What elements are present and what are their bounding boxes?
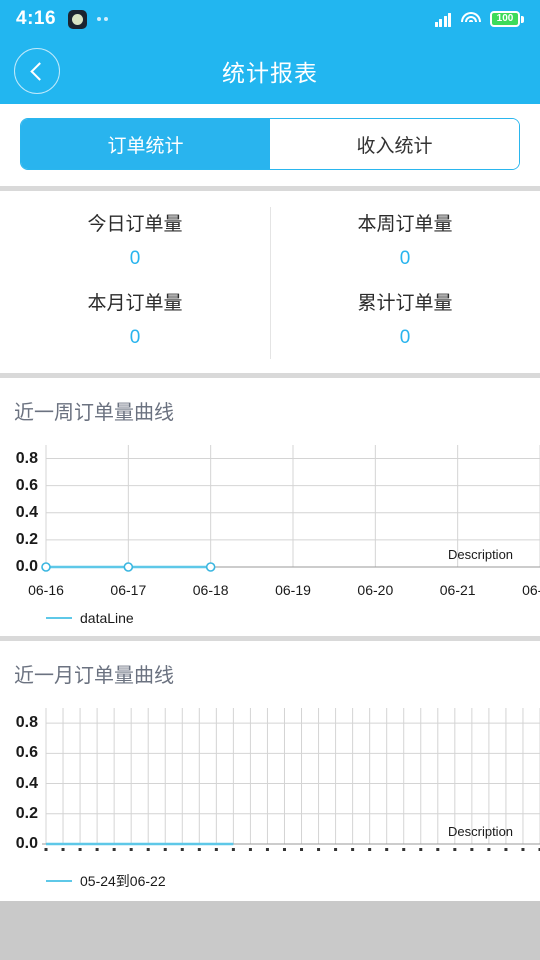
battery-level: 100 bbox=[496, 13, 514, 24]
tab-order-stats[interactable]: 订单统计 bbox=[21, 119, 270, 169]
x-tick-mark bbox=[61, 848, 65, 851]
data-point-marker[interactable] bbox=[123, 562, 134, 572]
legend-label-range: 05-24到06-22 bbox=[80, 873, 166, 889]
x-axis-labels: 06-16 06-17 06-18 06-19 06-20 06-21 06-22 bbox=[0, 582, 540, 602]
y-tick-label: 0.8 bbox=[15, 449, 38, 467]
x-tick-mark bbox=[436, 848, 440, 851]
y-tick-label: 0.8 bbox=[15, 714, 38, 732]
x-tick-mark bbox=[282, 848, 286, 851]
phone-screen: 4:16 100 统计报表 订单统计 收入统计 今日订单量 0 本月订单量 0 … bbox=[0, 0, 540, 960]
y-axis-labels: 0.0 0.2 0.4 0.6 0.8 bbox=[0, 698, 42, 858]
x-tick-mark bbox=[351, 848, 355, 851]
x-tick-mark bbox=[453, 848, 457, 851]
x-tick-mark bbox=[180, 848, 184, 851]
tab-income-stats[interactable]: 收入统计 bbox=[270, 119, 519, 169]
x-tick-mark bbox=[300, 848, 304, 851]
x-tick-mark bbox=[146, 848, 150, 851]
x-tick-mark bbox=[197, 848, 201, 851]
more-dots-icon bbox=[97, 17, 109, 21]
y-axis-labels: 0.0 0.2 0.4 0.6 0.8 bbox=[0, 435, 42, 577]
stat-label-today: 今日订单量 bbox=[87, 214, 183, 235]
x-tick-mark bbox=[265, 848, 269, 851]
x-tick-mark bbox=[44, 848, 48, 851]
y-tick-label: 0.4 bbox=[15, 503, 38, 521]
stat-label-month: 本月订单量 bbox=[87, 293, 183, 314]
back-chevron-icon bbox=[29, 61, 49, 81]
y-tick-label: 0.6 bbox=[15, 476, 38, 494]
y-tick-label: 0.2 bbox=[15, 804, 38, 822]
chart-week[interactable]: 0.0 0.2 0.4 0.6 0.8 Description 06-16 06-17 06-… bbox=[0, 435, 540, 602]
x-tick-label: 06-17 bbox=[110, 582, 147, 598]
x-tick-mark bbox=[504, 848, 508, 851]
data-point-marker[interactable] bbox=[205, 562, 216, 572]
stats-column-right: 本周订单量 0 累计订单量 0 bbox=[270, 205, 540, 357]
chart-legend-week: dataLine bbox=[0, 602, 540, 628]
x-tick-mark bbox=[521, 848, 525, 851]
tab-bar-container: 订单统计 收入统计 bbox=[0, 104, 540, 186]
x-tick-mark bbox=[334, 848, 338, 851]
chart-title-week: 近一周订单量曲线 bbox=[14, 402, 174, 424]
stats-grid: 今日订单量 0 本月订单量 0 本周订单量 0 累计订单量 0 bbox=[0, 191, 540, 373]
x-tick-mark bbox=[231, 848, 235, 851]
legend-label-dataline: dataLine bbox=[80, 610, 134, 626]
x-tick-mark bbox=[248, 848, 252, 851]
x-tick-mark bbox=[487, 848, 491, 851]
app-icon bbox=[68, 9, 88, 29]
app-header: 统计报表 bbox=[0, 38, 540, 104]
signal-bars-icon bbox=[434, 11, 451, 27]
x-tick-label: 06-19 bbox=[275, 582, 311, 598]
wifi-icon bbox=[460, 11, 481, 27]
x-tick-mark bbox=[163, 848, 167, 851]
chart-legend-month: 05-24到06-22 bbox=[0, 863, 540, 893]
page-title: 统计报表 bbox=[222, 60, 318, 86]
x-tick-label: 06-18 bbox=[192, 582, 229, 598]
x-tick-label: 06-22 bbox=[522, 582, 540, 598]
y-tick-label: 0.4 bbox=[15, 774, 38, 792]
chart-annotation: Description bbox=[448, 547, 514, 562]
y-tick-label: 0.6 bbox=[15, 744, 38, 762]
x-tick-label: 06-16 bbox=[28, 582, 64, 598]
x-tick-mark bbox=[78, 848, 82, 851]
y-tick-label: 0.2 bbox=[15, 530, 38, 548]
chart-annotation: Description bbox=[448, 824, 514, 839]
x-tick-label: 06-21 bbox=[439, 582, 476, 598]
stats-vertical-divider bbox=[270, 207, 271, 359]
x-tick-mark bbox=[129, 848, 133, 851]
x-tick-mark bbox=[470, 848, 474, 851]
stat-value-total: 0 bbox=[399, 327, 411, 348]
x-tick-label: 06-20 bbox=[357, 582, 394, 598]
x-tick-mark bbox=[419, 848, 423, 851]
data-point-marker[interactable] bbox=[41, 562, 51, 572]
chart-month[interactable]: 0.0 0.2 0.4 0.6 0.8 Description bbox=[0, 698, 540, 863]
tab-bar: 订单统计 收入统计 bbox=[20, 118, 520, 170]
status-bar: 4:16 100 bbox=[0, 0, 540, 38]
battery-icon: 100 bbox=[490, 11, 524, 27]
x-tick-mark bbox=[385, 848, 389, 851]
stat-value-week: 0 bbox=[399, 248, 411, 269]
stat-value-today: 0 bbox=[129, 248, 141, 269]
legend-line-icon bbox=[46, 616, 72, 620]
x-tick-mark bbox=[317, 848, 321, 851]
back-button[interactable] bbox=[14, 48, 60, 94]
x-tick-mark bbox=[368, 848, 372, 851]
stat-label-week: 本周订单量 bbox=[357, 214, 453, 235]
chart-card-month: 近一月订单量曲线 0.0 0.2 0.4 0.6 0.8 Description 05-2… bbox=[0, 641, 540, 901]
legend-line-icon-2 bbox=[46, 879, 72, 883]
x-tick-mark bbox=[214, 848, 218, 851]
x-tick-mark bbox=[112, 848, 116, 851]
stat-value-month: 0 bbox=[129, 327, 141, 348]
status-bar-right: 100 bbox=[434, 11, 524, 27]
y-tick-label: 0.0 bbox=[15, 835, 38, 852]
stat-label-total: 累计订单量 bbox=[357, 293, 453, 314]
x-tick-mark bbox=[95, 848, 99, 851]
y-tick-label: 0.0 bbox=[15, 558, 38, 575]
status-bar-time: 4:16 bbox=[16, 8, 57, 29]
stats-column-left: 今日订单量 0 本月订单量 0 bbox=[0, 205, 270, 357]
page-background-filler bbox=[0, 901, 540, 960]
chart-card-week: 近一周订单量曲线 0.0 0.2 0.4 0.6 0.8 Description 06-1… bbox=[0, 378, 540, 636]
chart-title-month: 近一月订单量曲线 bbox=[14, 665, 174, 687]
x-tick-mark bbox=[402, 848, 406, 851]
